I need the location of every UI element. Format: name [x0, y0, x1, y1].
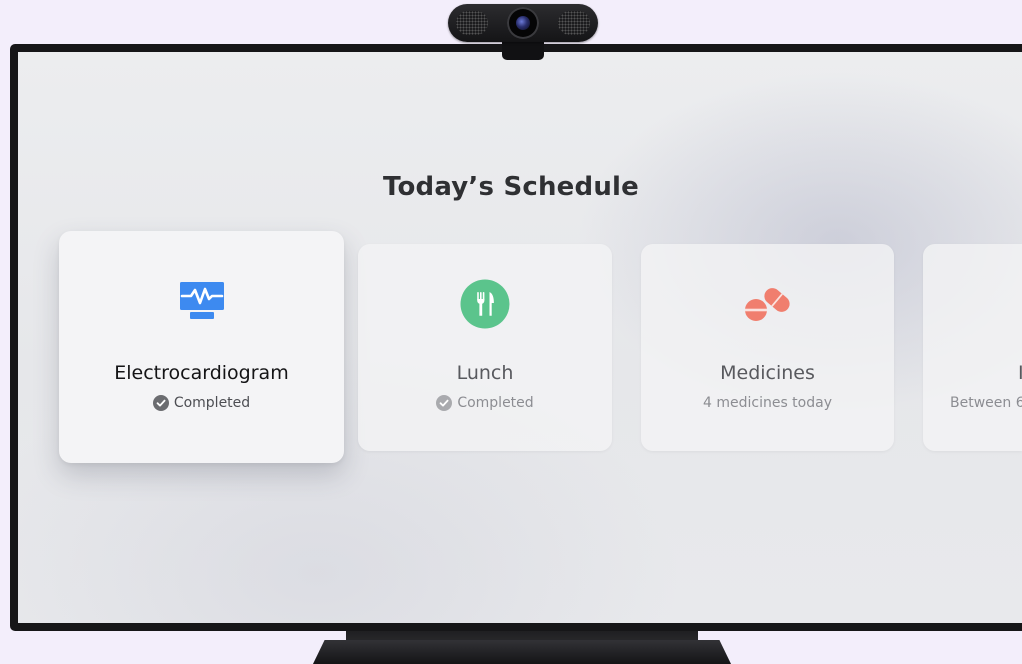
card-subtitle: Completed	[59, 395, 344, 411]
webcam-speaker-left	[456, 11, 488, 35]
card-title: Electrocardiogram	[114, 362, 289, 384]
tv-scene: Today’s Schedule Electrocardiogram Compl…	[0, 0, 1022, 664]
webcam	[448, 4, 598, 42]
card-subtitle: 4 medicines today	[641, 395, 894, 411]
card-subtitle: Completed	[358, 395, 612, 411]
card-medicines[interactable]: Medicines 4 medicines today	[641, 244, 894, 451]
webcam-lens-icon	[516, 16, 530, 30]
page-title: Today’s Schedule	[382, 172, 639, 202]
fork-knife-icon	[460, 279, 510, 329]
card-status-text: 4 medicines today	[702, 395, 832, 411]
card-partial[interactable]: I Between 6	[923, 244, 1022, 451]
webcam-mount	[502, 40, 544, 60]
card-subtitle: Between 6	[923, 395, 1022, 411]
card-lunch[interactable]: Lunch Completed	[358, 244, 612, 451]
tv-stand-base	[312, 640, 732, 664]
card-electrocardiogram[interactable]: Electrocardiogram Completed	[59, 231, 344, 463]
card-title: I	[1018, 362, 1022, 384]
webcam-lens-ring	[507, 7, 539, 39]
card-status-text: Between 6	[950, 395, 1022, 411]
check-circle-icon	[152, 395, 169, 411]
card-status-text: Completed	[457, 395, 534, 411]
pills-icon	[744, 288, 790, 321]
ecg-monitor-icon	[179, 282, 224, 319]
webcam-speaker-right	[558, 11, 590, 35]
card-title: Lunch	[456, 362, 514, 384]
card-status-text: Completed	[173, 395, 251, 411]
card-title: Medicines	[720, 362, 815, 384]
check-circle-icon	[436, 395, 453, 411]
